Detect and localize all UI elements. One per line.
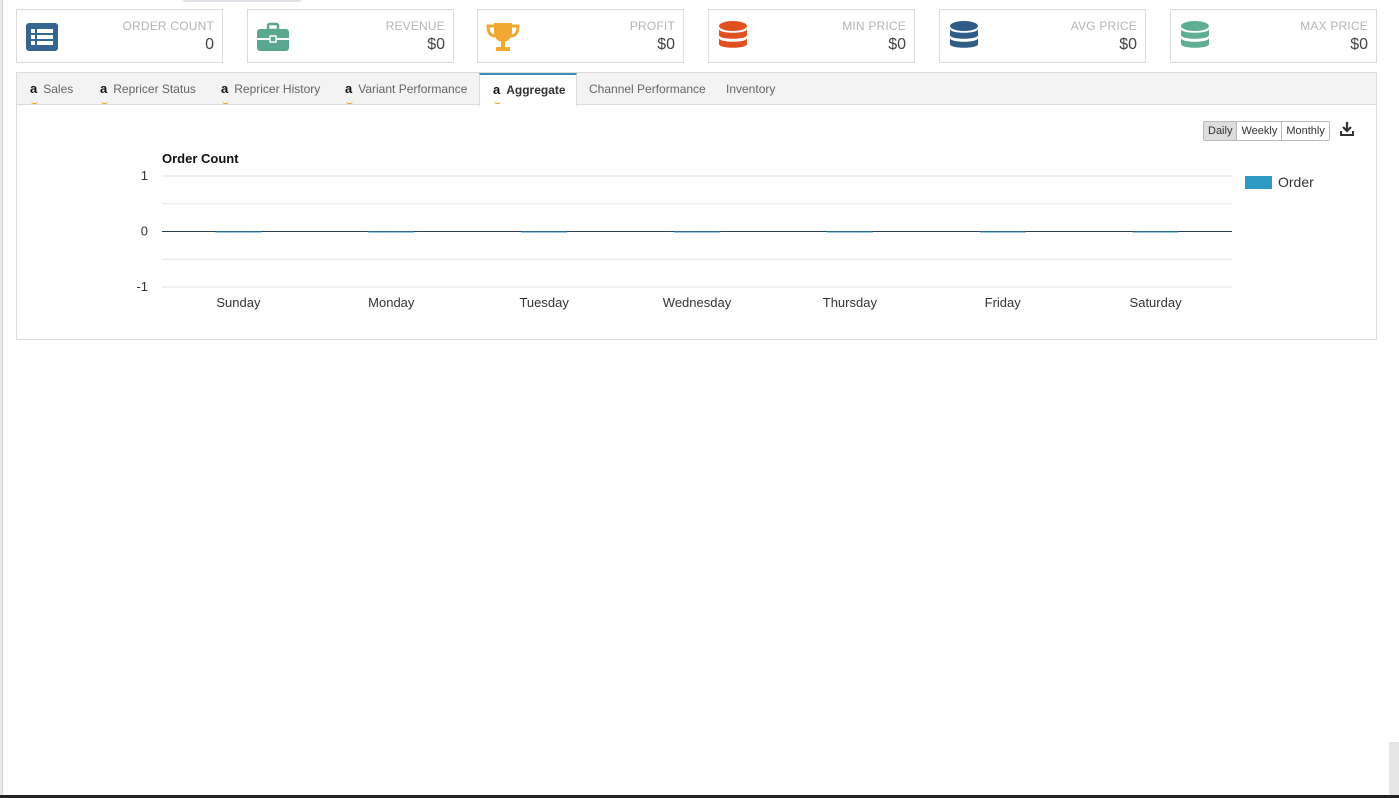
stat-card-min-price: MIN PRICE $0 [708, 9, 915, 63]
amazon-icon: a [345, 73, 354, 105]
stat-card-profit: PROFIT $0 [477, 9, 684, 63]
x-tick-label: Wednesday [663, 295, 732, 310]
tab-bar: a Sales a Repricer Status a Repricer Histor… [17, 73, 1376, 106]
tab-label: Repricer History [234, 82, 321, 96]
stat-label: MIN PRICE [842, 19, 906, 33]
tab-repricer-status[interactable]: a Repricer Status [100, 73, 196, 105]
chart-title: Order Count [162, 151, 239, 166]
amazon-icon: a [493, 75, 502, 105]
download-icon[interactable] [1340, 121, 1354, 137]
tab-label: Aggregate [506, 83, 566, 97]
briefcase-icon [257, 22, 289, 51]
scrollbar[interactable] [1389, 742, 1399, 798]
amazon-icon: a [30, 73, 39, 105]
tab-aggregate[interactable]: a Aggregate [479, 73, 577, 106]
monthly-button[interactable]: Monthly [1282, 122, 1329, 140]
y-tick-label: 1 [141, 168, 148, 183]
stat-label: AVG PRICE [1070, 19, 1137, 33]
bar [1132, 231, 1179, 233]
scroll-indicator [182, 0, 302, 2]
y-tick-label: 0 [141, 224, 148, 239]
stat-label: PROFIT [629, 19, 675, 33]
x-tick-label: Tuesday [519, 295, 569, 310]
tab-label: Sales [43, 82, 74, 96]
stat-label: ORDER COUNT [122, 19, 214, 33]
x-tick-label: Thursday [823, 295, 878, 310]
trophy-icon [486, 23, 520, 51]
stat-value: $0 [657, 36, 675, 53]
bar [368, 231, 415, 233]
stat-card-max-price: MAX PRICE $0 [1170, 9, 1377, 63]
stats-row: ORDER COUNT 0 REVENUE $0 PROFIT $0 MIN P… [16, 9, 1378, 63]
bar [215, 231, 262, 233]
tab-variant-performance[interactable]: a Variant Performance [345, 73, 467, 105]
weekly-button[interactable]: Weekly [1237, 122, 1283, 140]
tab-sales[interactable]: a Sales [30, 73, 73, 105]
stat-card-avg-price: AVG PRICE $0 [939, 9, 1146, 63]
legend-label: Order [1278, 174, 1314, 190]
database-icon [950, 21, 978, 48]
stat-card-order-count: ORDER COUNT 0 [16, 9, 223, 63]
x-tick-label: Sunday [216, 295, 261, 310]
y-tick-label: -1 [136, 279, 148, 294]
database-icon [1181, 21, 1209, 48]
tab-label: Channel Performance [589, 82, 706, 96]
tab-label: Repricer Status [113, 82, 196, 96]
tab-repricer-history[interactable]: a Repricer History [221, 73, 320, 105]
stat-label: REVENUE [385, 19, 445, 33]
range-selector: Daily Weekly Monthly [1203, 121, 1330, 141]
tab-label: Inventory [726, 82, 776, 96]
x-tick-label: Friday [985, 295, 1022, 310]
x-tick-label: Monday [368, 295, 415, 310]
bar [826, 231, 873, 233]
bar [674, 231, 720, 233]
stat-card-revenue: REVENUE $0 [247, 9, 454, 63]
tab-channel-performance[interactable]: Channel Performance [589, 73, 706, 105]
aggregate-panel: a Sales a Repricer Status a Repricer Histor… [16, 72, 1377, 340]
database-icon [719, 21, 747, 48]
order-count-chart: Order Count 1 0 -1 Sunday Monday Tuesday Wedne… [136, 151, 1314, 310]
amazon-icon: a [221, 73, 230, 105]
tab-label: Variant Performance [358, 82, 468, 96]
background-page-edge [0, 0, 3, 798]
amazon-icon: a [100, 73, 109, 105]
x-tick-label: Saturday [1130, 295, 1183, 310]
bar [521, 231, 568, 233]
list-icon [26, 23, 58, 51]
daily-button[interactable]: Daily [1204, 122, 1238, 140]
legend-swatch [1245, 176, 1272, 189]
tab-inventory[interactable]: Inventory [726, 73, 775, 105]
stat-label: MAX PRICE [1300, 19, 1368, 33]
stat-value: $0 [888, 36, 906, 53]
bar [979, 231, 1026, 233]
stat-value: $0 [427, 36, 445, 53]
stat-value: 0 [205, 36, 214, 53]
stat-value: $0 [1350, 36, 1368, 53]
stat-value: $0 [1119, 36, 1137, 53]
